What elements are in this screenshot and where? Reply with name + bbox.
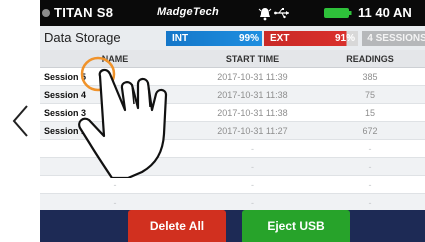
empty-cell: - (40, 175, 190, 194)
session-start-time: 2017-10-31 11:27 (190, 121, 315, 140)
battery-icon (324, 8, 352, 18)
empty-cell: - (315, 175, 425, 194)
internal-storage-label: INT (172, 33, 189, 44)
sessions-count-badge: 4 SESSIONS (362, 31, 425, 46)
internal-storage-percent: 99% (238, 33, 259, 44)
external-storage-percent: 91% (334, 33, 355, 44)
page-title: Data Storage (44, 30, 121, 45)
session-start-time: 2017-10-31 11:38 (190, 85, 315, 104)
session-readings: 15 (315, 103, 425, 122)
empty-row: - - - (40, 193, 425, 212)
delete-all-button[interactable]: Delete All (128, 210, 226, 242)
alarm-icon (258, 8, 272, 21)
bottom-action-bar: Delete All Eject USB (40, 210, 425, 242)
session-start-time: 2017-10-31 11:38 (190, 103, 315, 122)
session-start-time: 2017-10-31 11:39 (190, 67, 315, 86)
status-bar: TITAN S8 MadgeTech 11 40 AN (40, 0, 425, 26)
usb-icon (274, 8, 289, 19)
status-dot (42, 9, 50, 17)
tap-hand-icon (78, 56, 168, 178)
empty-cell: - (315, 193, 425, 212)
clock: 11 40 AN (358, 5, 412, 20)
device-screen: TITAN S8 MadgeTech 11 40 AN Data Storage… (40, 0, 425, 242)
session-readings: 75 (315, 85, 425, 104)
storage-header: Data Storage INT 99% EXT 91% 4 SESSIONS (40, 26, 425, 50)
session-readings: 672 (315, 121, 425, 140)
empty-cell: - (190, 139, 315, 158)
empty-cell: - (190, 157, 315, 176)
internal-storage-bar: INT 99% (166, 31, 262, 46)
column-header-start-time[interactable]: START TIME (190, 50, 315, 68)
empty-row: - - - (40, 175, 425, 194)
column-header-readings[interactable]: READINGS (315, 50, 425, 68)
empty-cell: - (190, 175, 315, 194)
empty-cell: - (315, 157, 425, 176)
chevron-left-icon[interactable] (10, 104, 32, 138)
external-storage-label: EXT (270, 33, 290, 44)
external-storage-bar: EXT 91% (264, 31, 358, 46)
empty-cell: - (190, 193, 315, 212)
empty-cell: - (40, 193, 190, 212)
device-name: TITAN S8 (54, 5, 114, 20)
brand-logo: MadgeTech (157, 6, 219, 18)
empty-cell: - (315, 139, 425, 158)
sessions-count-label: 4 SESSIONS (367, 33, 425, 44)
eject-usb-button[interactable]: Eject USB (242, 210, 350, 242)
session-readings: 385 (315, 67, 425, 86)
